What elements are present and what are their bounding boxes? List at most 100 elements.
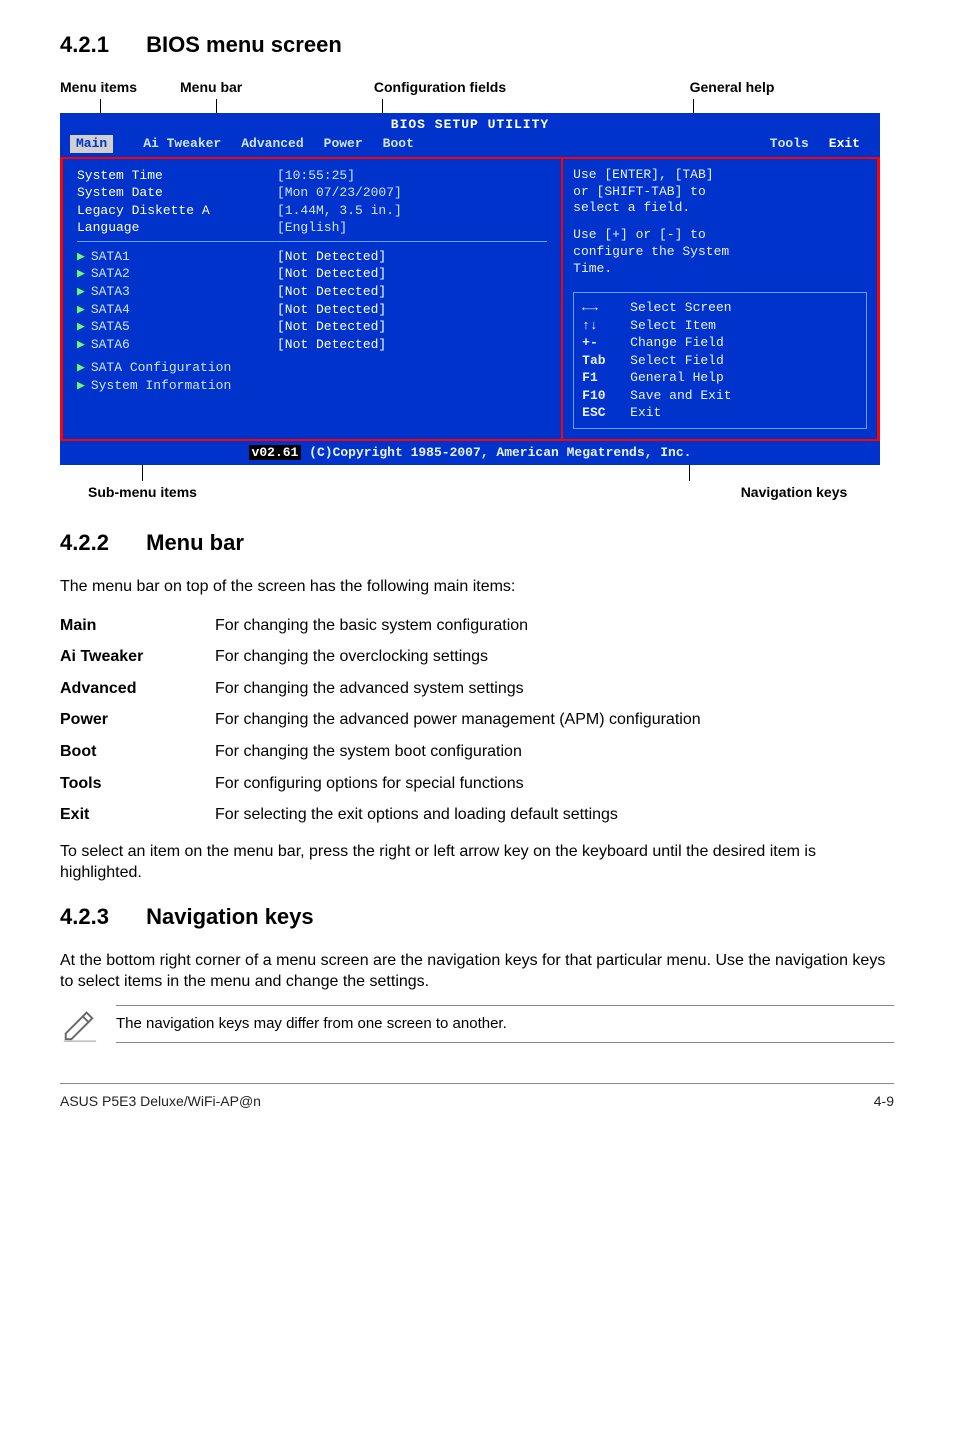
def-term: Main xyxy=(60,610,215,642)
row-system-time-value[interactable]: [10:55:25] xyxy=(277,167,355,185)
tab-exit[interactable]: Exit xyxy=(819,135,870,153)
context-help: Use [ENTER], [TAB] or [SHIFT-TAB] to sel… xyxy=(573,167,867,278)
tab-main[interactable]: Main xyxy=(70,135,113,153)
heading-navigation-keys: 4.2.3 Navigation keys xyxy=(60,902,894,932)
nav-key-legend: ←→Select Screen ↑↓Select Item +-Change F… xyxy=(573,292,867,429)
nav-desc: Save and Exit xyxy=(630,387,731,405)
help-line: select a field. xyxy=(573,200,867,217)
heading-bios-menu-screen: 4.2.1 BIOS menu screen xyxy=(60,30,894,60)
def-row: MainFor changing the basic system config… xyxy=(60,610,894,642)
def-desc: For changing the basic system configurat… xyxy=(215,610,894,642)
tab-ai-tweaker[interactable]: Ai Tweaker xyxy=(133,135,231,153)
nav-key: F10 xyxy=(582,387,630,405)
bios-version: v02.61 xyxy=(249,445,302,460)
triangle-icon: ▶ xyxy=(77,266,85,281)
submenu-sata5[interactable]: SATA5 xyxy=(91,319,130,334)
nav-key: ESC xyxy=(582,404,630,422)
triangle-icon: ▶ xyxy=(77,319,85,334)
row-language-label[interactable]: Language xyxy=(77,219,277,237)
nav-desc: Change Field xyxy=(630,334,724,352)
def-term: Power xyxy=(60,704,215,736)
def-term: Boot xyxy=(60,736,215,768)
def-desc: For changing the advanced power manageme… xyxy=(215,704,894,736)
def-term: Advanced xyxy=(60,673,215,705)
diagram-top-annotations: Menu items Menu bar Configuration fields… xyxy=(60,78,894,97)
row-system-date-value[interactable]: [Mon 07/23/2007] xyxy=(277,184,402,202)
heading-number: 4.2.2 xyxy=(60,528,140,558)
heading-text: Menu bar xyxy=(146,530,244,555)
bios-footer: v02.61 (C)Copyright 1985-2007, American … xyxy=(60,441,880,466)
diagram-bottom-annotations: Sub-menu items Navigation keys xyxy=(60,483,894,502)
submenu-sata-configuration[interactable]: SATA Configuration xyxy=(91,360,231,375)
annot-submenu-items: Sub-menu items xyxy=(60,483,225,502)
tab-power[interactable]: Power xyxy=(314,135,373,153)
annot-menu-items: Menu items xyxy=(60,78,180,97)
sata2-value: [Not Detected] xyxy=(277,265,386,283)
navkeys-body: At the bottom right corner of a menu scr… xyxy=(60,950,894,993)
nav-key: +- xyxy=(582,334,630,352)
submenu-system-information[interactable]: System Information xyxy=(91,378,231,393)
heading-text: BIOS menu screen xyxy=(146,32,342,57)
nav-desc: General Help xyxy=(630,369,724,387)
bios-title: BIOS SETUP UTILITY xyxy=(60,113,880,134)
def-term: Exit xyxy=(60,799,215,831)
sata3-value: [Not Detected] xyxy=(277,283,386,301)
pencil-icon xyxy=(60,1005,98,1043)
sata6-value: [Not Detected] xyxy=(277,336,386,354)
def-row: Ai TweakerFor changing the overclocking … xyxy=(60,641,894,673)
triangle-icon: ▶ xyxy=(77,360,85,375)
tab-tools[interactable]: Tools xyxy=(760,135,819,153)
row-legacy-diskette-value[interactable]: [1.44M, 3.5 in.] xyxy=(277,202,402,220)
bios-left-pane: System Time[10:55:25] System Date[Mon 07… xyxy=(63,159,563,439)
row-system-date-label[interactable]: System Date xyxy=(77,184,277,202)
submenu-sata1[interactable]: SATA1 xyxy=(91,249,130,264)
nav-desc: Select Screen xyxy=(630,299,731,317)
triangle-icon: ▶ xyxy=(77,249,85,264)
def-term: Ai Tweaker xyxy=(60,641,215,673)
nav-key: Tab xyxy=(582,352,630,370)
nav-key: F1 xyxy=(582,369,630,387)
def-row: ExitFor selecting the exit options and l… xyxy=(60,799,894,831)
nav-desc: Select Field xyxy=(630,352,724,370)
sata5-value: [Not Detected] xyxy=(277,318,386,336)
footer-right: 4-9 xyxy=(874,1092,894,1111)
help-line: Use [ENTER], [TAB] xyxy=(573,167,867,184)
triangle-icon: ▶ xyxy=(77,284,85,299)
row-legacy-diskette-label[interactable]: Legacy Diskette A xyxy=(77,202,277,220)
annot-config-fields: Configuration fields xyxy=(310,78,570,97)
submenu-sata3[interactable]: SATA3 xyxy=(91,284,130,299)
footer-left: ASUS P5E3 Deluxe/WiFi-AP@n xyxy=(60,1092,261,1111)
tab-advanced[interactable]: Advanced xyxy=(231,135,313,153)
triangle-icon: ▶ xyxy=(77,337,85,352)
row-language-value[interactable]: [English] xyxy=(277,219,347,237)
menubar-outro: To select an item on the menu bar, press… xyxy=(60,841,894,884)
submenu-sata2[interactable]: SATA2 xyxy=(91,266,130,281)
menubar-definitions: MainFor changing the basic system config… xyxy=(60,610,894,831)
bios-menubar: Main Ai Tweaker Advanced Power Boot Tool… xyxy=(60,133,880,157)
submenu-sata4[interactable]: SATA4 xyxy=(91,302,130,317)
sata4-value: [Not Detected] xyxy=(277,301,386,319)
bios-copyright: (C)Copyright 1985-2007, American Megatre… xyxy=(301,445,691,460)
help-line: Use [+] or [-] to xyxy=(573,227,867,244)
def-row: AdvancedFor changing the advanced system… xyxy=(60,673,894,705)
annotation-ticks-top xyxy=(60,99,894,113)
def-desc: For changing the system boot configurati… xyxy=(215,736,894,768)
nav-key: ↑↓ xyxy=(582,317,630,335)
def-desc: For changing the advanced system setting… xyxy=(215,673,894,705)
page-footer: ASUS P5E3 Deluxe/WiFi-AP@n 4-9 xyxy=(60,1083,894,1111)
heading-number: 4.2.3 xyxy=(60,902,140,932)
triangle-icon: ▶ xyxy=(77,302,85,317)
def-term: Tools xyxy=(60,768,215,800)
heading-menu-bar: 4.2.2 Menu bar xyxy=(60,528,894,558)
annot-general-help: General help xyxy=(570,78,894,97)
row-system-time-label[interactable]: System Time xyxy=(77,167,277,185)
def-desc: For changing the overclocking settings xyxy=(215,641,894,673)
heading-text: Navigation keys xyxy=(146,904,314,929)
def-desc: For configuring options for special func… xyxy=(215,768,894,800)
sata1-value: [Not Detected] xyxy=(277,248,386,266)
heading-number: 4.2.1 xyxy=(60,30,140,60)
tab-boot[interactable]: Boot xyxy=(373,135,424,153)
submenu-sata6[interactable]: SATA6 xyxy=(91,337,130,352)
annotation-ticks-bottom xyxy=(60,465,894,481)
note-block: The navigation keys may differ from one … xyxy=(60,1005,894,1043)
